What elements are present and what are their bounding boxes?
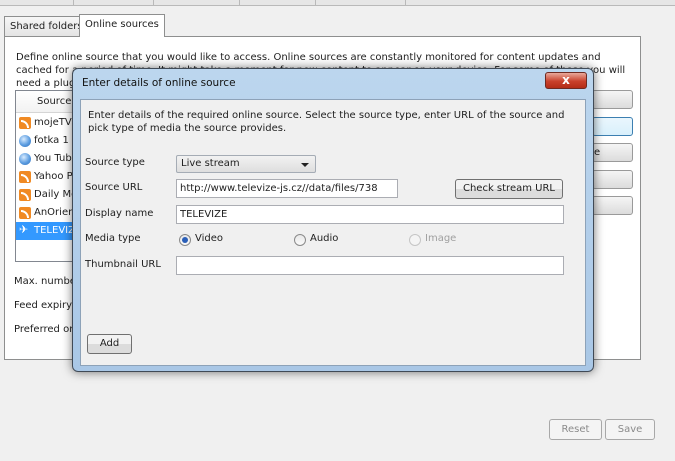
- list-item-label: mojeTVZ: [34, 117, 75, 128]
- list-item-label: Yahoo Pi: [34, 171, 75, 182]
- rss-feed-icon: [19, 189, 31, 201]
- display-name-input[interactable]: [177, 206, 563, 223]
- list-item-label: AnOrient: [34, 207, 75, 218]
- rss-feed-icon: [19, 171, 31, 183]
- display-name-label: Display name: [85, 208, 154, 219]
- source-url-label: Source URL: [85, 182, 143, 193]
- dialog-title: Enter details of online source: [82, 77, 236, 89]
- check-stream-url-label: Check stream URL: [462, 183, 555, 194]
- top-tab-strip: [0, 0, 675, 6]
- source-url-input[interactable]: [177, 180, 397, 197]
- side-button[interactable]: e: [592, 143, 633, 162]
- media-video-radio[interactable]: [179, 234, 191, 246]
- max-number-label: Max. number: [14, 276, 81, 287]
- thumbnail-url-input[interactable]: [177, 257, 563, 274]
- close-button[interactable]: x: [545, 72, 587, 89]
- side-button[interactable]: [592, 196, 633, 215]
- stream-icon: ✈: [19, 223, 29, 236]
- add-button-label: Add: [99, 338, 120, 349]
- web-globe-icon: [19, 135, 31, 147]
- tab-label: Online sources: [85, 19, 159, 30]
- source-type-value: Live stream: [181, 158, 240, 169]
- preferred-label: Preferred onl: [14, 324, 79, 335]
- online-source-dialog: Enter details of online source x Enter d…: [72, 68, 594, 372]
- list-item[interactable]: You Tube: [16, 150, 75, 168]
- media-video-label: Video: [195, 233, 224, 244]
- feed-expiry-label: Feed expiry ii: [14, 300, 81, 311]
- strip-segment: [316, 0, 406, 5]
- media-type-label: Media type: [85, 233, 141, 244]
- side-button-label: e: [594, 147, 601, 158]
- strip-segment: [74, 0, 154, 5]
- list-item-label: TELEVIZE: [34, 225, 74, 236]
- thumbnail-url-label: Thumbnail URL: [85, 259, 161, 270]
- side-button[interactable]: [592, 117, 633, 136]
- check-stream-url-button[interactable]: Check stream URL: [455, 179, 563, 199]
- sources-list[interactable]: Source mojeTVZ fotka 1 You Tube Yahoo Pi…: [15, 90, 75, 262]
- media-image-radio[interactable]: [409, 234, 421, 246]
- list-item-label: You Tube: [34, 153, 75, 164]
- source-type-label: Source type: [85, 157, 145, 168]
- strip-segment: [154, 0, 240, 5]
- source-type-select[interactable]: Live stream: [176, 155, 316, 173]
- media-audio-radio[interactable]: [294, 234, 306, 246]
- list-header[interactable]: Source: [16, 91, 74, 113]
- media-image-label: Image: [425, 233, 457, 244]
- tab-shared-folders[interactable]: Shared folders: [4, 16, 89, 37]
- list-item[interactable]: Yahoo Pi: [16, 168, 75, 186]
- reset-button-label: Reset: [561, 424, 590, 435]
- list-item-selected[interactable]: ✈ TELEVIZE: [16, 222, 74, 240]
- thumbnail-url-field[interactable]: [176, 256, 564, 275]
- reset-button[interactable]: Reset: [549, 419, 602, 440]
- display-name-field[interactable]: [176, 205, 564, 224]
- strip-segment: [0, 0, 74, 5]
- chevron-down-icon: [301, 163, 309, 167]
- close-icon: x: [562, 73, 570, 87]
- list-item[interactable]: AnOrient: [16, 204, 75, 222]
- list-item[interactable]: mojeTVZ: [16, 114, 75, 132]
- dialog-body: Enter details of the required online sou…: [80, 99, 586, 366]
- rss-feed-icon: [19, 207, 31, 219]
- add-button[interactable]: Add: [87, 334, 132, 354]
- list-item-label: Daily Mo: [34, 189, 75, 200]
- rss-feed-icon: [19, 117, 31, 129]
- list-item-label: fotka 1: [34, 135, 69, 146]
- web-globe-icon: [19, 153, 31, 165]
- list-item[interactable]: Daily Mo: [16, 186, 75, 204]
- strip-segment: [240, 0, 316, 5]
- tab-online-sources[interactable]: Online sources: [79, 14, 165, 37]
- list-header-source: Source: [37, 96, 72, 107]
- save-button-label: Save: [617, 424, 643, 435]
- side-button[interactable]: [592, 170, 633, 189]
- dialog-description: Enter details of the required online sou…: [88, 110, 565, 134]
- source-url-field[interactable]: [176, 179, 398, 198]
- side-button[interactable]: [592, 90, 633, 109]
- list-item[interactable]: fotka 1: [16, 132, 74, 150]
- media-audio-label: Audio: [310, 233, 339, 244]
- tab-label: Shared folders: [10, 21, 83, 32]
- save-button[interactable]: Save: [605, 419, 655, 440]
